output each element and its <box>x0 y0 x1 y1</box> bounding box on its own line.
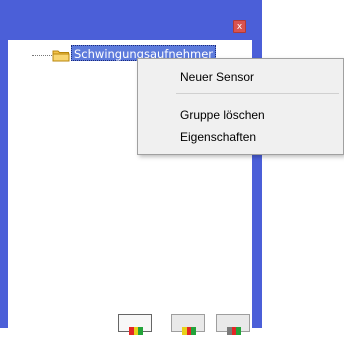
menu-item-neuer-sensor[interactable]: Neuer Sensor <box>138 66 343 88</box>
toolbar-button-1[interactable] <box>118 314 152 335</box>
color-bar-icon <box>227 320 241 335</box>
context-menu: Neuer Sensor Gruppe löschen Eigenschafte… <box>137 58 344 155</box>
sensor-panel: x Schwingungsaufnehmer <box>0 0 262 335</box>
menu-item-eigenschaften[interactable]: Eigenschaften <box>138 126 343 148</box>
close-button[interactable]: x <box>233 20 246 33</box>
tree-connector <box>32 55 52 56</box>
toolbar-button-3[interactable] <box>216 314 250 335</box>
color-bar-icon <box>182 320 196 335</box>
toolbar-button-2[interactable] <box>171 314 205 335</box>
folder-icon <box>52 47 70 62</box>
menu-item-gruppe-loeschen[interactable]: Gruppe löschen <box>138 104 343 126</box>
color-bar-icon <box>129 320 143 335</box>
menu-separator <box>176 93 339 94</box>
